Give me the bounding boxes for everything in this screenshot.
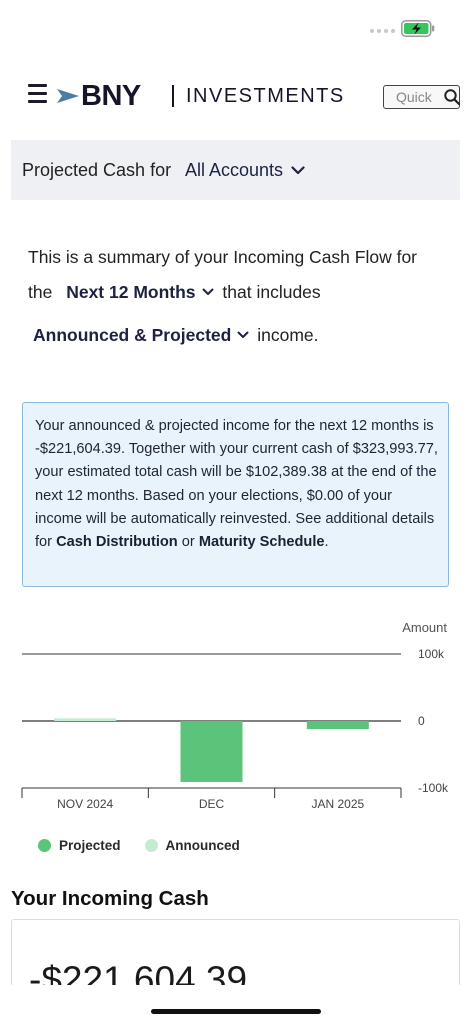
- info-text-end: .: [324, 534, 329, 551]
- bny-logo-arrow-icon: [57, 89, 79, 103]
- bar-projected: [306, 721, 369, 730]
- brand-product-text: INVESTMENTS: [186, 85, 345, 107]
- hamburger-menu-icon[interactable]: [28, 84, 47, 105]
- x-tick-label: NOV 2024: [57, 797, 113, 811]
- bar-projected: [180, 721, 243, 782]
- summary-line-2-prefix: the: [28, 282, 53, 302]
- y-axis-title: Amount: [402, 620, 447, 635]
- home-indicator[interactable]: [151, 1009, 321, 1014]
- quick-search-input[interactable]: [384, 86, 442, 107]
- summary-line-2: the Next 12 Months that includes: [28, 279, 321, 305]
- account-selector-dropdown[interactable]: All Accounts: [185, 159, 305, 181]
- chart-legend: Projected Announced: [38, 838, 240, 853]
- legend-dot-projected: [38, 839, 51, 852]
- legend-dot-announced: [144, 839, 158, 852]
- legend-label-projected: Projected: [59, 838, 121, 853]
- cash-distribution-link[interactable]: Cash Distribution: [56, 534, 178, 550]
- app-header: BNY INVESTMENTS: [0, 72, 471, 120]
- battery-charging-icon: [401, 20, 435, 37]
- projected-cash-label: Projected Cash for: [22, 160, 172, 180]
- quick-search-box: [383, 85, 461, 109]
- logo-divider: [172, 85, 174, 107]
- incoming-cash-title: Your Incoming Cash: [11, 887, 209, 910]
- status-bar: [0, 0, 471, 56]
- period-dropdown-value: Next 12 Months: [66, 282, 196, 302]
- projected-cash-account-bar: Projected Cash for All Accounts: [11, 140, 460, 200]
- legend-item-announced[interactable]: Announced: [144, 838, 240, 853]
- x-tick-label: JAN 2025: [311, 797, 364, 811]
- summary-line-3: Announced & Projected income.: [33, 322, 319, 348]
- y-tick-label: 100k: [418, 647, 445, 661]
- info-text-or: or: [177, 534, 199, 551]
- brand-logo-text: BNY: [81, 80, 141, 112]
- legend-label-announced: Announced: [165, 838, 240, 853]
- income-type-dropdown-value: Announced & Projected: [33, 325, 232, 345]
- cash-flow-chart-svg: Amount 100k 0 -100k NOV 2024 DEC JAN 2025: [21, 620, 449, 811]
- period-dropdown[interactable]: Next 12 Months: [66, 279, 214, 305]
- chevron-down-icon: [291, 165, 305, 174]
- income-type-dropdown[interactable]: Announced & Projected: [33, 322, 249, 348]
- signal-icon: [370, 29, 395, 33]
- legend-item-projected[interactable]: Projected: [38, 838, 121, 853]
- summary-line-1: This is a summary of your Incoming Cash …: [28, 247, 418, 267]
- info-text-body: Your announced & projected income for th…: [35, 418, 438, 551]
- search-icon[interactable]: [443, 88, 461, 106]
- x-tick-label: DEC: [199, 797, 225, 811]
- cash-flow-chart: Amount 100k 0 -100k NOV 2024 DEC JAN 2025: [0, 612, 471, 822]
- chevron-down-icon: [237, 331, 249, 338]
- summary-line-3-suffix: income.: [257, 325, 319, 345]
- account-selector-value: All Accounts: [185, 160, 284, 180]
- y-tick-label: 0: [418, 714, 425, 728]
- chevron-down-icon: [202, 288, 214, 295]
- income-info-text: Your announced & projected income for th…: [35, 415, 443, 554]
- bottom-safe-area: [0, 985, 471, 1024]
- income-info-box: Your announced & projected income for th…: [22, 402, 449, 587]
- summary-line-2-suffix: that includes: [222, 282, 321, 302]
- maturity-schedule-link[interactable]: Maturity Schedule: [199, 534, 325, 550]
- y-tick-label: -100k: [418, 781, 449, 795]
- bar-announced: [54, 718, 117, 721]
